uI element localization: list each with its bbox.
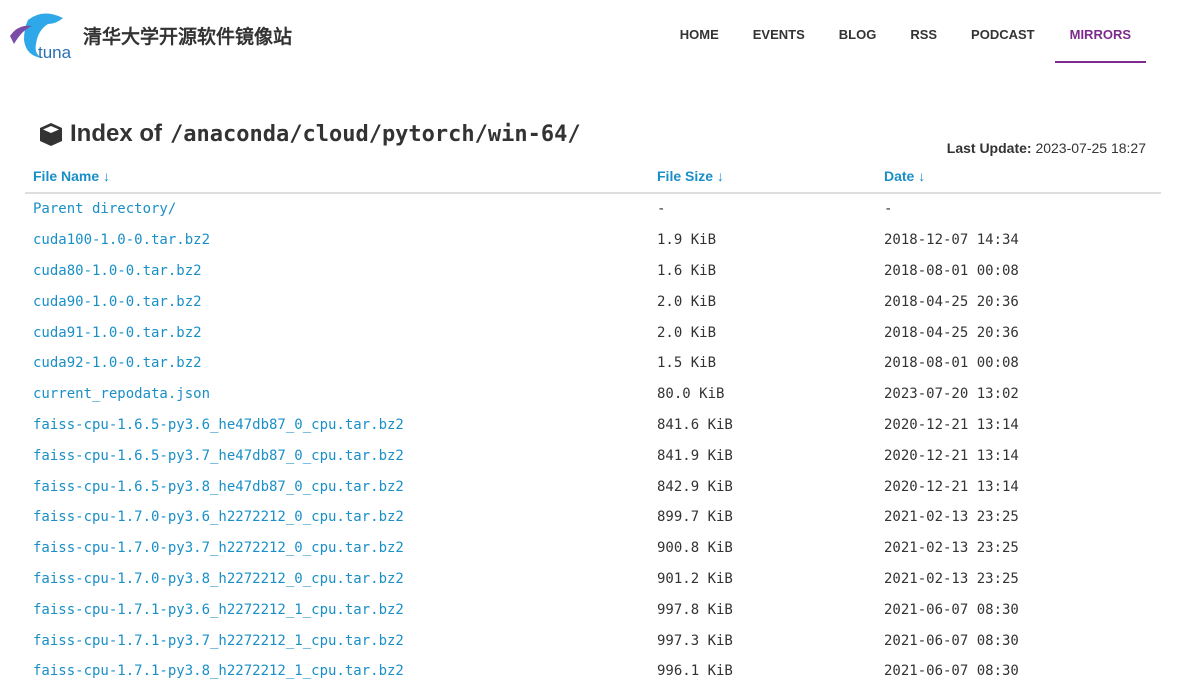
table-row: faiss-cpu-1.7.0-py3.8_h2272212_0_cpu.tar… — [25, 564, 1161, 595]
sort-date[interactable]: Date ↓ — [876, 164, 1161, 194]
file-link[interactable]: faiss-cpu-1.7.1-py3.7_h2272212_1_cpu.tar… — [33, 633, 404, 649]
table-row: faiss-cpu-1.7.1-py3.8_h2272212_1_cpu.tar… — [25, 656, 1161, 687]
file-size: 996.1 KiB — [657, 663, 733, 680]
page-title: Index of /anaconda/cloud/pytorch/win-64/ — [38, 120, 581, 148]
file-link[interactable]: cuda92-1.0-0.tar.bz2 — [33, 355, 202, 371]
file-size: 2.0 KiB — [657, 324, 717, 341]
file-link[interactable]: current_repodata.json — [33, 386, 210, 402]
table-row: faiss-cpu-1.6.5-py3.8_he47db87_0_cpu.tar… — [25, 471, 1161, 502]
file-size: 901.2 KiB — [657, 570, 733, 587]
file-link[interactable]: faiss-cpu-1.6.5-py3.8_he47db87_0_cpu.tar… — [33, 479, 404, 495]
package-icon — [40, 123, 62, 146]
file-size: 899.7 KiB — [657, 509, 733, 526]
file-size: 900.8 KiB — [657, 540, 733, 557]
last-update: Last Update: 2023-07-25 18:27 — [947, 140, 1146, 156]
table-row: faiss-cpu-1.7.1-py3.6_h2272212_1_cpu.tar… — [25, 594, 1161, 625]
file-date: - — [884, 201, 893, 218]
nav-blog[interactable]: BLOG — [825, 0, 891, 61]
svg-text:tuna: tuna — [38, 43, 72, 62]
table-row: cuda80-1.0-0.tar.bz2 1.6 KiB 2018-08-01 00… — [25, 256, 1161, 287]
file-link[interactable]: cuda80-1.0-0.tar.bz2 — [33, 263, 202, 279]
table-row: current_repodata.json 80.0 KiB 2023-07-20 … — [25, 379, 1161, 410]
file-link[interactable]: faiss-cpu-1.7.0-py3.8_h2272212_0_cpu.tar… — [33, 571, 404, 587]
file-date: 2020-12-21 13:14 — [884, 447, 1019, 464]
title-prefix: Index of — [70, 120, 163, 147]
file-date: 2021-02-13 23:25 — [884, 570, 1019, 587]
title-path: /anaconda/cloud/pytorch/win-64/ — [170, 121, 581, 147]
file-link[interactable]: cuda90-1.0-0.tar.bz2 — [33, 294, 202, 310]
tuna-logo[interactable]: tuna — [8, 10, 76, 62]
table-row: faiss-cpu-1.6.5-py3.7_he47db87_0_cpu.tar… — [25, 440, 1161, 471]
table-row: Parent directory/ - - — [25, 193, 1161, 225]
file-link[interactable]: faiss-cpu-1.7.1-py3.8_h2272212_1_cpu.tar… — [33, 663, 404, 679]
file-link[interactable]: faiss-cpu-1.7.1-py3.6_h2272212_1_cpu.tar… — [33, 602, 404, 618]
nav-home[interactable]: HOME — [666, 0, 733, 61]
nav-events[interactable]: EVENTS — [739, 0, 819, 61]
site-title[interactable]: 清华大学开源软件镜像站 — [83, 22, 292, 49]
last-update-value: 2023-07-25 18:27 — [1035, 140, 1146, 156]
file-link[interactable]: cuda100-1.0-0.tar.bz2 — [33, 232, 210, 248]
file-date: 2021-06-07 08:30 — [884, 663, 1019, 680]
file-size: 841.6 KiB — [657, 416, 733, 433]
file-size: 997.8 KiB — [657, 601, 733, 618]
nav-mirrors[interactable]: MIRRORS — [1054, 0, 1146, 63]
file-date: 2018-12-07 14:34 — [884, 232, 1019, 249]
file-link[interactable]: faiss-cpu-1.7.0-py3.6_h2272212_0_cpu.tar… — [33, 509, 404, 525]
file-size: 1.9 KiB — [657, 232, 717, 249]
file-date: 2021-06-07 08:30 — [884, 601, 1019, 618]
main-nav: HOME EVENTS BLOG RSS PODCAST MIRRORS — [660, 0, 1146, 63]
file-date: 2018-04-25 20:36 — [884, 293, 1019, 310]
file-date: 2020-12-21 13:14 — [884, 478, 1019, 495]
file-size: 80.0 KiB — [657, 386, 725, 403]
table-row: cuda92-1.0-0.tar.bz2 1.5 KiB 2018-08-01 00… — [25, 348, 1161, 379]
file-list-table: File Name ↓ File Size ↓ Date ↓ Parent di… — [25, 164, 1161, 687]
file-link[interactable]: Parent directory/ — [33, 201, 176, 217]
file-size: 1.5 KiB — [657, 355, 717, 372]
nav-podcast[interactable]: PODCAST — [957, 0, 1049, 61]
file-date: 2018-08-01 00:08 — [884, 262, 1019, 279]
table-row: cuda90-1.0-0.tar.bz2 2.0 KiB 2018-04-25 20… — [25, 286, 1161, 317]
file-link[interactable]: faiss-cpu-1.6.5-py3.6_he47db87_0_cpu.tar… — [33, 417, 404, 433]
file-size: 1.6 KiB — [657, 262, 717, 279]
table-row: faiss-cpu-1.7.0-py3.6_h2272212_0_cpu.tar… — [25, 502, 1161, 533]
file-date: 2021-02-13 23:25 — [884, 509, 1019, 526]
file-date: 2020-12-21 13:14 — [884, 416, 1019, 433]
file-link[interactable]: cuda91-1.0-0.tar.bz2 — [33, 325, 202, 341]
last-update-label: Last Update: — [946, 140, 1032, 156]
file-size: 997.3 KiB — [657, 632, 733, 649]
file-link[interactable]: faiss-cpu-1.6.5-py3.7_he47db87_0_cpu.tar… — [33, 448, 404, 464]
file-size: 2.0 KiB — [657, 293, 717, 310]
header: tuna 清华大学开源软件镜像站 HOME EVENTS BLOG RSS PO… — [0, 0, 1192, 70]
file-size: - — [657, 201, 666, 218]
file-date: 2018-08-01 00:08 — [884, 355, 1019, 372]
file-link[interactable]: faiss-cpu-1.7.0-py3.7_h2272212_0_cpu.tar… — [33, 540, 404, 556]
file-date: 2018-04-25 20:36 — [884, 324, 1019, 341]
sort-file-name[interactable]: File Name ↓ — [25, 164, 649, 194]
file-size: 841.9 KiB — [657, 447, 733, 464]
table-row: faiss-cpu-1.7.1-py3.7_h2272212_1_cpu.tar… — [25, 625, 1161, 656]
table-row: cuda91-1.0-0.tar.bz2 2.0 KiB 2018-04-25 20… — [25, 317, 1161, 348]
table-row: cuda100-1.0-0.tar.bz2 1.9 KiB 2018-12-07 1… — [25, 225, 1161, 256]
table-row: faiss-cpu-1.7.0-py3.7_h2272212_0_cpu.tar… — [25, 533, 1161, 564]
file-date: 2021-02-13 23:25 — [884, 540, 1019, 557]
file-date: 2023-07-20 13:02 — [884, 386, 1019, 403]
file-date: 2021-06-07 08:30 — [884, 632, 1019, 649]
file-size: 842.9 KiB — [657, 478, 733, 495]
table-row: faiss-cpu-1.6.5-py3.6_he47db87_0_cpu.tar… — [25, 410, 1161, 441]
sort-file-size[interactable]: File Size ↓ — [649, 164, 876, 194]
nav-rss[interactable]: RSS — [896, 0, 951, 61]
